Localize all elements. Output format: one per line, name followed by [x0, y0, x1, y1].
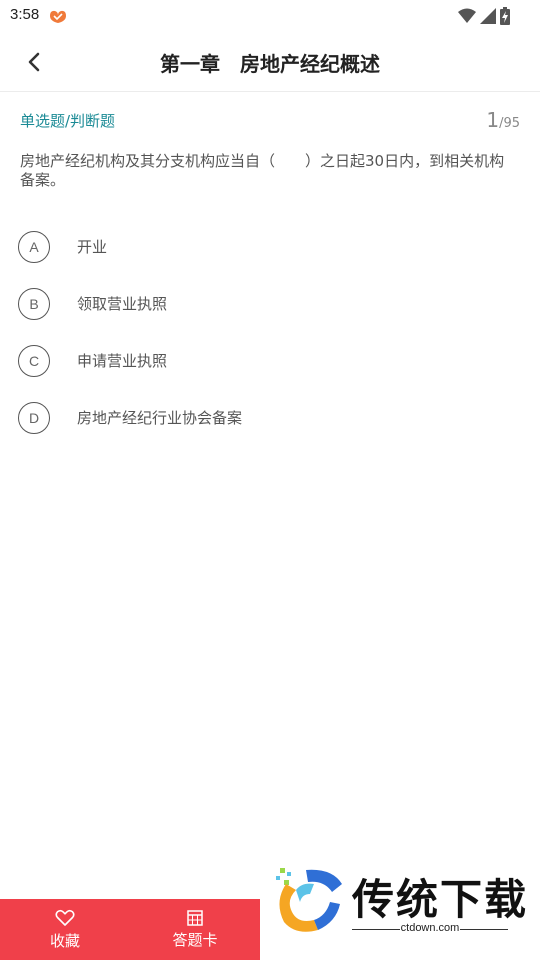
answer-card-label: 答题卡 [172, 930, 218, 949]
favorite-button[interactable]: 收藏 [0, 899, 130, 960]
option-c[interactable]: C 申请营业执照 [18, 332, 518, 389]
question-text: 房地产经纪机构及其分支机构应当自（ ）之日起30日内，到相关机构备案。 [20, 152, 505, 189]
status-bar: 3:58 [0, 0, 540, 32]
watermark-brand: 传统下载 [352, 875, 529, 924]
status-time: 3:58 [10, 6, 40, 23]
bottom-action-bar: 收藏 答题卡 [0, 899, 260, 960]
question-progress: 1/95 [486, 108, 520, 132]
answer-card-button[interactable]: 答题卡 [130, 899, 260, 960]
app-notification-icon [50, 10, 66, 23]
signal-icon [480, 8, 496, 24]
option-text: 领取营业执照 [77, 295, 168, 313]
option-letter: D [18, 401, 50, 434]
battery-charging-icon [500, 7, 510, 25]
wifi-icon [458, 8, 476, 23]
option-letter: A [18, 230, 50, 263]
options-list: A 开业 B 领取营业执照 C 申请营业执照 D 房地产经纪行业协会备案 [18, 218, 518, 446]
status-indicators [458, 6, 510, 26]
option-text: 房地产经纪行业协会备案 [77, 409, 243, 427]
option-b[interactable]: B 领取营业执照 [18, 275, 518, 332]
watermark: 传统下载 ctdown.com [266, 862, 536, 940]
option-letter: C [18, 344, 50, 377]
option-letter: B [18, 287, 50, 320]
watermark-divider-right [460, 929, 508, 930]
page-title: 第一章 房地产经纪概述 [160, 52, 380, 76]
option-text: 开业 [77, 238, 108, 256]
option-d[interactable]: D 房地产经纪行业协会备案 [18, 389, 518, 446]
question-type-label: 单选题/判断题 [20, 112, 116, 130]
watermark-logo-icon [276, 868, 342, 932]
watermark-domain: ctdown.com [400, 922, 460, 934]
answer-card-grid-icon [187, 909, 203, 926]
question-total: /95 [499, 116, 520, 131]
favorite-label: 收藏 [49, 931, 80, 950]
heart-icon [55, 909, 75, 926]
question-current-number: 1 [486, 108, 500, 132]
header: 第一章 房地产经纪概述 [0, 32, 540, 92]
option-text: 申请营业执照 [77, 352, 168, 370]
option-a[interactable]: A 开业 [18, 218, 518, 275]
